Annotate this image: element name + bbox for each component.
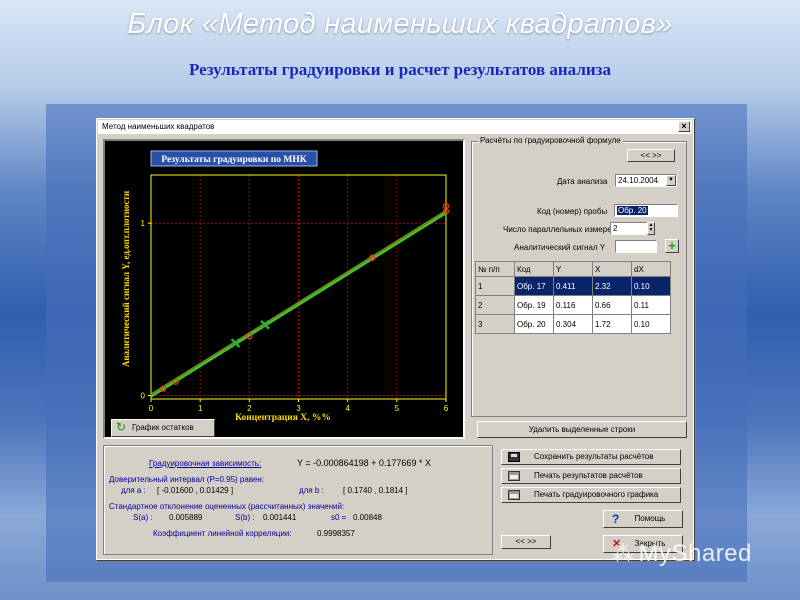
add-button[interactable]: + [665,239,679,253]
column-header[interactable]: № п/п [475,261,515,277]
ci-a-label: для a : [121,486,146,495]
sa-value: 0.005889 [169,513,203,522]
x-tick-label: 1 [198,404,203,413]
table-cell[interactable]: 2 [475,295,515,315]
x-tick-label: 5 [395,404,400,413]
window-close-button[interactable]: × [678,121,690,132]
chart-x-label: Концентрация X, %% [235,413,331,423]
table-cell[interactable]: 0.304 [553,314,593,334]
x-tick-label: 6 [444,404,449,413]
print-results-button[interactable]: Печать результатов расчётов [501,468,681,484]
window-titlebar: Метод наименьших квадратов × [98,120,692,134]
column-header[interactable]: X [592,261,632,277]
column-header[interactable]: Код [514,261,554,277]
table-cell[interactable]: Обр. 19 [514,295,554,315]
dependency-label: Градуировочная зависимость: [149,459,262,468]
correlation-label: Коэффициент линейной корреляции: [153,529,292,538]
correlation-value: 0.9998357 [317,529,355,538]
spin-icon[interactable]: ▲ ▼ [647,222,655,235]
table-cell[interactable]: 0.11 [631,295,671,315]
table-header-row: № п/п Код Y X dX [475,261,671,277]
std-deviation-label: Стандартное отклонение оцененных (рассчи… [109,502,345,511]
date-value: 24.10.2004 [618,176,659,185]
print-chart-button[interactable]: Печать градуировочного графика [501,487,681,503]
measurements-table: № п/п Код Y X dX 1 Обр. 17 0.411 2.32 0.… [475,261,671,334]
sample-code-field[interactable]: Обр. 20 [614,204,678,217]
ci-b-value: [ 0.1740 , 0.1814 ] [343,486,408,495]
table-cell[interactable]: 0.66 [592,295,632,315]
column-header[interactable]: Y [553,261,593,277]
calibration-chart: Результаты градуировки по МНК 0 1 2 3 4 5 601 … [121,150,450,423]
lsq-window: Метод наименьших квадратов × Результаты … [96,118,694,560]
chart-title: Результаты градуировки по МНК [161,155,306,165]
ci-b-label: для b : [299,486,324,495]
residuals-chart-label: График остатков [132,423,194,432]
chart-y-label: Аналитический сигнал Y, ед.опт.плотности [121,191,131,367]
nav-bottom-button[interactable]: << >> [501,535,551,549]
table-row[interactable]: 3 Обр. 20 0.304 1.72 0.10 [475,314,671,334]
delete-selected-rows-button[interactable]: Удалить выделенные строки [477,421,687,438]
sb-label: S(b) : [235,513,255,522]
x-tick-label: 0 [149,404,154,413]
refresh-icon: ↻ [116,420,127,434]
printer-icon [508,471,520,481]
table-cell[interactable]: 0.10 [631,276,671,296]
sample-code-value: Обр. 20 [617,206,648,215]
save-results-label: Сохранить результаты расчётов [534,452,654,461]
watermark-text: MyShared [638,540,752,567]
parallel-count-field[interactable]: 2 [610,222,648,235]
x-tick-label: 3 [296,404,301,413]
table-cell[interactable]: 0.411 [553,276,593,296]
help-label: Помощь [634,514,666,523]
table-cell[interactable]: 0.116 [553,295,593,315]
floppy-disk-icon [508,452,520,462]
sample-code-label: Код (номер) пробы [537,207,608,216]
confidence-interval-label: Доверительный интервал (P=0.95) равен: [109,475,265,484]
watermark-logo-icon: ⁂ [612,541,635,566]
sa-label: S(a) : [133,513,153,522]
x-tick-label: 2 [247,404,252,413]
watermark: ⁂ MyShared [612,540,752,568]
chart-axes: 0 1 2 3 4 5 6 0 1 [141,174,449,413]
chevron-down-icon[interactable]: ▼ [666,175,676,186]
date-label: Дата анализа [557,177,608,186]
help-button[interactable]: ? Помощь [603,510,683,528]
residuals-chart-button[interactable]: ↻ График остатков [111,419,215,437]
signal-field[interactable] [615,240,657,253]
help-icon: ? [612,512,620,526]
x-tick-label: 4 [345,404,350,413]
table-cell[interactable]: Обр. 20 [514,314,554,334]
parallel-count-value: 2 [613,224,618,233]
table-cell[interactable]: 2.32 [592,276,632,296]
plus-icon: + [668,238,676,253]
printer-icon [508,490,520,500]
y-tick-label: 1 [141,219,146,228]
nav-top-button[interactable]: << >> [627,149,675,162]
y-tick-label: 0 [141,392,146,401]
signal-label: Аналитический сигнал Y [514,243,606,252]
slide-title: Блок «Метод наименьших квадратов» [127,8,673,40]
print-results-label: Печать результатов расчётов [534,471,643,480]
calculation-group-legend: Расчёты по градуировочной формуле [478,136,623,145]
chart-grid [151,175,446,399]
s0-label: s0 = [331,513,347,522]
save-results-button[interactable]: Сохранить результаты расчётов [501,449,681,465]
table-row[interactable]: 1 Обр. 17 0.411 2.32 0.10 [475,276,671,296]
column-header[interactable]: dX [631,261,671,277]
window-title: Метод наименьших квадратов [102,122,215,131]
dependency-value: Y = -0.000864198 + 0.177669 * X [297,458,431,468]
table-cell[interactable]: 1.72 [592,314,632,334]
print-chart-label: Печать градуировочного графика [534,490,659,499]
sb-value: 0.001441 [263,513,297,522]
calibration-plot-panel: Результаты градуировки по МНК 012345601 … [103,139,465,439]
slide-subtitle: Результаты градуировки и расчет результа… [189,60,611,79]
table-row[interactable]: 2 Обр. 19 0.116 0.66 0.11 [475,295,671,315]
table-cell[interactable]: 0.10 [631,314,671,334]
s0-value: 0.00848 [353,513,382,522]
ci-a-value: [ -0.01600 , 0.01429 ] [157,486,234,495]
table-cell[interactable]: 1 [475,276,515,296]
table-cell[interactable]: Обр. 17 [514,276,554,296]
table-cell[interactable]: 3 [475,314,515,334]
